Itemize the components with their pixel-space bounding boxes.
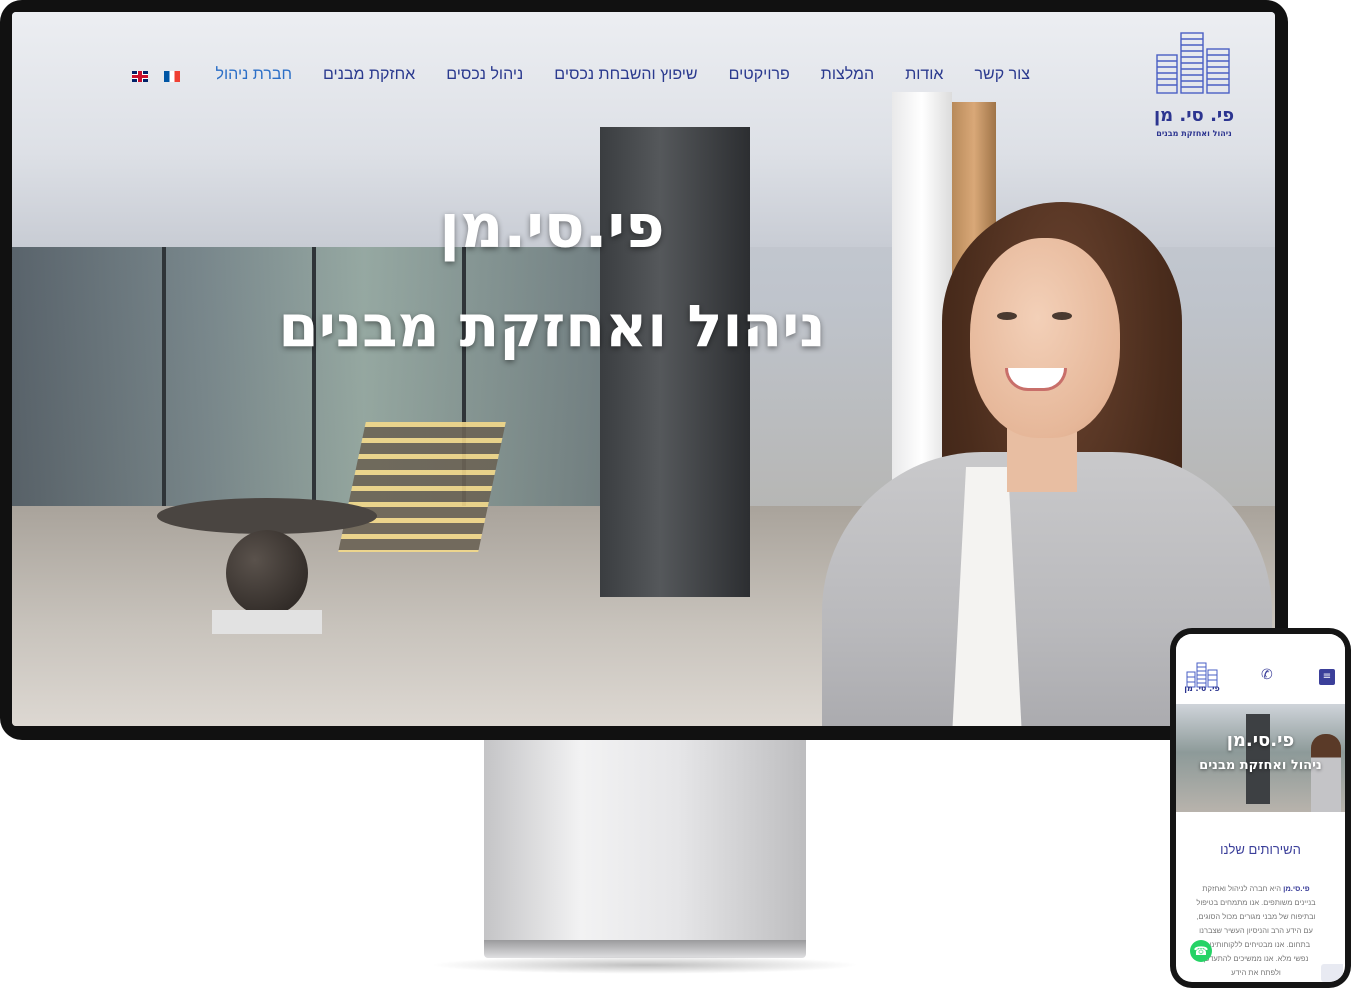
monitor-stand-shadow [430,956,860,974]
recaptcha-badge[interactable] [1321,964,1343,982]
nav-item-about[interactable]: אודות [905,66,943,84]
france-flag-icon[interactable] [164,71,180,82]
mobile-phone: פי. סי. מן ✆ ≡ פי.סי.מן ניהול ואחזקת מבנ… [1170,628,1351,988]
services-body: פי.סי.מן היא חברה לניהול ואחזקת בניינים … [1190,882,1322,980]
phone-icon[interactable]: ✆ [1261,667,1273,683]
hero-background-table [157,498,377,534]
nav-item-management-company[interactable]: חברת ניהול [216,66,293,84]
hero-background-windows [12,247,652,507]
buildings-logo-icon [1156,32,1230,94]
services-heading: השירותים שלנו [1220,842,1301,857]
site-header: פי. סי. מן ניהול ואחזקת מבנים חברת ניהול… [12,12,1275,138]
services-brand: פי.סי.מן [1283,884,1310,893]
nav-item-contact[interactable]: צור קשר [974,66,1030,84]
nav-item-building-maintenance[interactable]: אחזקת מבנים [323,66,415,84]
hero-title: פי.סי.מן [439,192,665,262]
logo-tagline: ניהול ואחזקת מבנים [1156,129,1232,138]
nav-item-renovation[interactable]: שיפוץ והשבחת נכסים [554,66,697,84]
services-body-line: ובתיפוח של מבני מגורים מכול הסוגים, [1196,912,1316,921]
mobile-hero-subtitle: ניהול ואחזקת מבנים [1199,758,1322,773]
language-switcher [132,71,180,82]
services-body-line: ולפתח את הידע [1231,968,1281,977]
hamburger-icon[interactable]: ≡ [1319,669,1335,685]
mobile-logo-name: פי. סי. מן [1184,684,1220,693]
nav-item-property-management[interactable]: ניהול נכסים [446,66,523,84]
monitor-stand [484,740,806,945]
desktop-screen: פי. סי. מן ניהול ואחזקת מבנים חברת ניהול… [12,12,1275,726]
uk-flag-icon[interactable] [132,71,148,82]
hero-background-plinth [212,610,322,634]
mobile-screen: פי. סי. מן ✆ ≡ פי.סי.מן ניהול ואחזקת מבנ… [1176,634,1345,982]
services-body-line: בניינים משותפים. אנו מתמחים בטיפול [1196,898,1316,907]
mobile-hero-title: פי.סי.מן [1226,730,1295,751]
hero-background-stairs [338,422,506,552]
whatsapp-icon[interactable]: ☎ [1190,940,1212,962]
services-body-line: עם הידע הרב והניסיון העשיר שצברנו [1199,926,1313,935]
logo-name: פי. סי. מן [1153,105,1235,126]
nav-item-testimonials[interactable]: המלצות [821,66,874,84]
desktop-monitor: פי. סי. מן ניהול ואחזקת מבנים חברת ניהול… [0,0,1288,740]
services-body-line: פי.סי.מן היא חברה לניהול ואחזקת [1202,884,1310,893]
main-nav: חברת ניהול אחזקת מבנים ניהול נכסים שיפוץ… [216,66,1031,84]
hero-subtitle: ניהול ואחזקת מבנים [278,292,826,360]
window-mullion [162,247,166,507]
nav-item-projects[interactable]: פרויקטים [729,66,790,84]
window-mullion [312,247,316,507]
hero-background-table-base [226,530,308,616]
mobile-header: פי. סי. מן ✆ ≡ [1176,634,1345,702]
mobile-hero: פי.סי.מן ניהול ואחזקת מבנים [1176,704,1345,812]
site-logo[interactable]: פי. סי. מן ניהול ואחזקת מבנים [1151,27,1237,143]
